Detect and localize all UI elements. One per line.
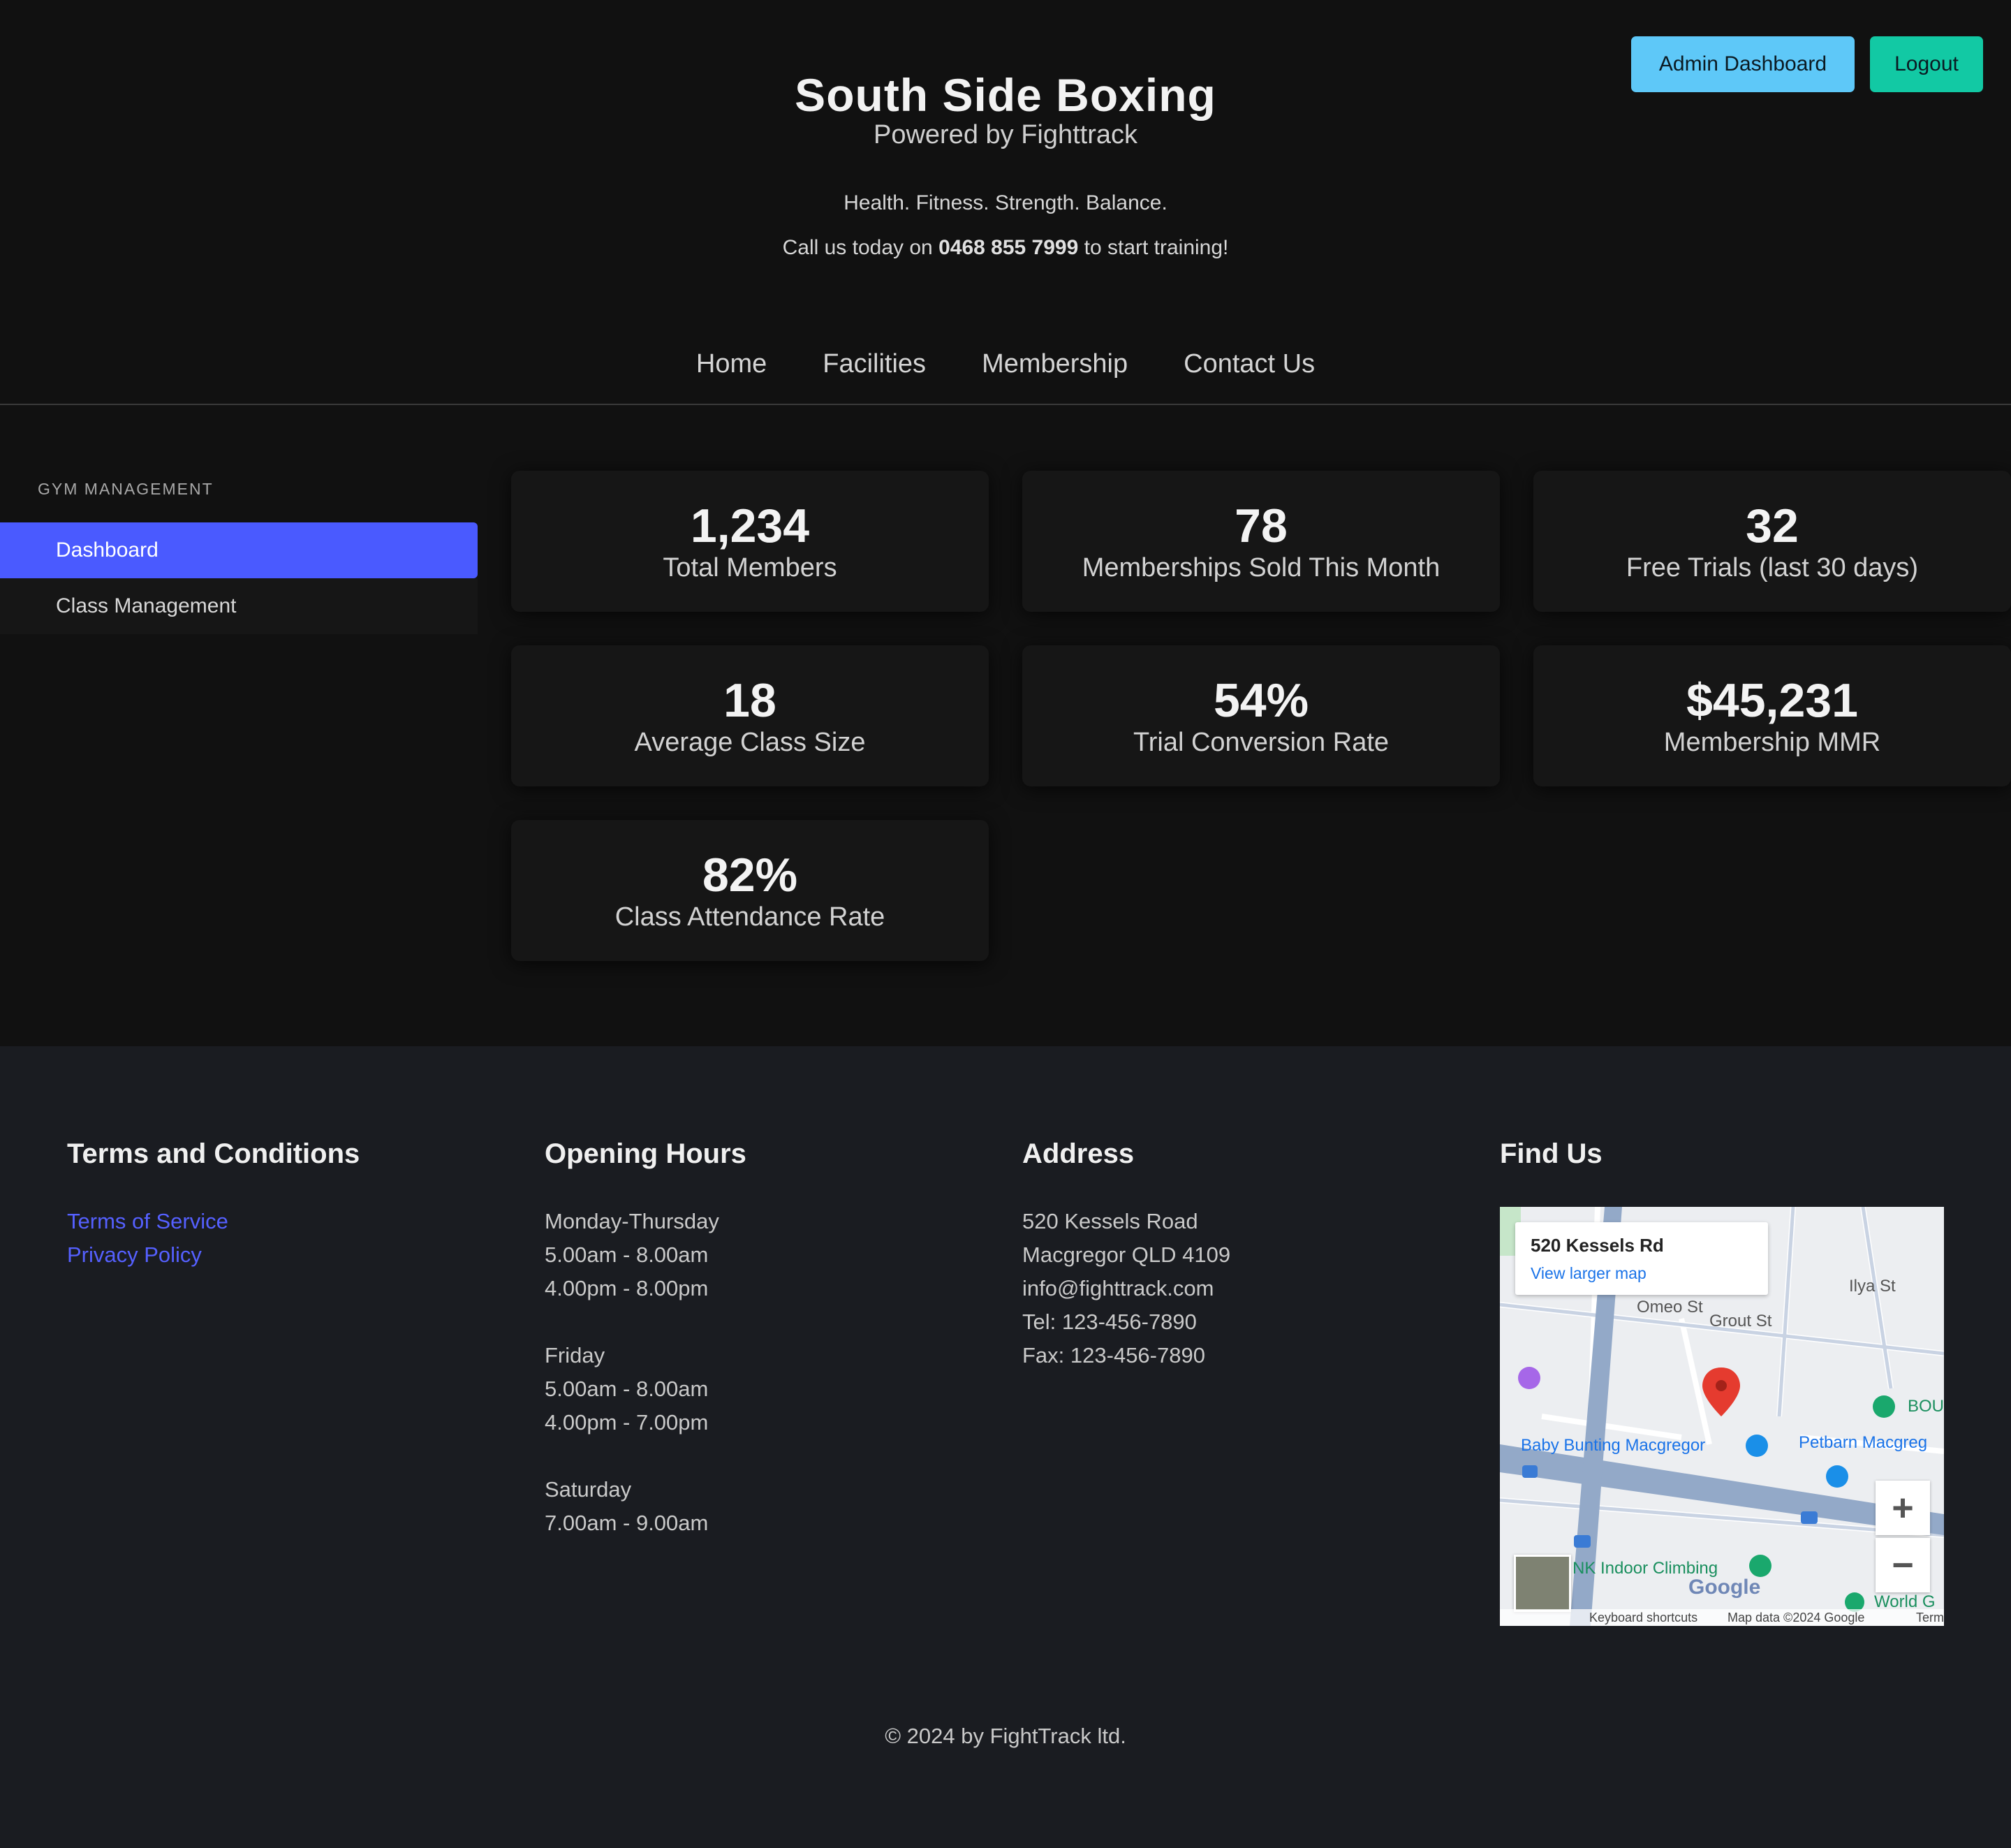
sidebar-heading: GYM MANAGEMENT: [38, 480, 214, 498]
phone-number: 0468 855 7999: [938, 236, 1079, 259]
address-line: 520 Kessels Road: [1022, 1209, 1198, 1233]
map-data-credit: Map data ©2024 Google: [1728, 1611, 1865, 1625]
terms-of-service-link[interactable]: Terms of Service: [67, 1205, 360, 1238]
sidebar: GYM MANAGEMENT Dashboard Class Managemen…: [0, 469, 478, 634]
main-nav: Home Facilities Membership Contact Us: [0, 349, 2011, 379]
map-attribution: Keyboard shortcuts Map data ©2024 Google…: [1500, 1609, 1944, 1626]
hours-time: 5.00am - 8.00am: [545, 1242, 709, 1267]
site-title: South Side Boxing: [795, 69, 1216, 121]
site-tagline: Health. Fitness. Strength. Balance.: [844, 191, 1167, 214]
site-header: Admin Dashboard Logout South Side Boxing…: [0, 0, 2011, 405]
stat-value: $45,231: [1686, 674, 1858, 727]
map-label: Petbarn Macgreg: [1799, 1433, 1928, 1452]
call-suffix: to start training!: [1084, 236, 1229, 259]
stat-label: Memberships Sold This Month: [1082, 553, 1441, 582]
stat-label: Membership MMR: [1663, 728, 1881, 757]
nav-home[interactable]: Home: [696, 349, 767, 379]
stat-value: 18: [723, 674, 776, 727]
nav-membership[interactable]: Membership: [982, 349, 1128, 379]
site-subtitle: Powered by Fighttrack: [873, 120, 1138, 149]
map-zoom-in-button[interactable]: +: [1876, 1481, 1930, 1535]
map-label: Ilya St: [1849, 1277, 1896, 1296]
stat-label: Class Attendance Rate: [614, 902, 885, 932]
stat-card-free-trials: 32 Free Trials (last 30 days): [1533, 471, 2011, 612]
privacy-policy-link[interactable]: Privacy Policy: [67, 1238, 360, 1272]
map-place-name: 520 Kessels Rd: [1531, 1235, 1664, 1256]
hours-time: 4.00pm - 8.00pm: [545, 1276, 709, 1300]
map-label: Baby Bunting Macgregor: [1521, 1436, 1706, 1455]
hours-day: Friday: [545, 1343, 605, 1367]
stat-value: 82%: [702, 849, 798, 902]
stat-value: 54%: [1213, 674, 1309, 727]
stat-label: Average Class Size: [634, 728, 866, 757]
embedded-map[interactable]: Baby Bunting Macgregor Petbarn Macgreg N…: [1500, 1207, 1944, 1626]
keyboard-shortcuts-link[interactable]: Keyboard shortcuts: [1589, 1611, 1697, 1625]
stat-label: Trial Conversion Rate: [1133, 728, 1390, 757]
call-to-action: Call us today on 0468 855 7999 to start …: [0, 236, 2011, 260]
nav-facilities[interactable]: Facilities: [823, 349, 926, 379]
map-info-card: 520 Kessels Rd View larger map: [1515, 1222, 1768, 1295]
sidebar-item-class-management[interactable]: Class Management: [0, 578, 478, 634]
call-prefix: Call us today on: [782, 236, 933, 259]
sidebar-item-dashboard[interactable]: Dashboard: [0, 522, 478, 578]
stat-card-trial-conversion: 54% Trial Conversion Rate: [1022, 645, 1500, 786]
footer-address-column: Address 520 Kessels Road Macgregor QLD 4…: [1022, 1138, 1230, 1372]
stat-value: 78: [1235, 499, 1288, 552]
address-tel: Tel: 123-456-7890: [1022, 1310, 1197, 1334]
hours-time: 4.00pm - 7.00pm: [545, 1410, 709, 1435]
footer-terms-column: Terms and Conditions Terms of Service Pr…: [67, 1138, 360, 1272]
address-line: Macgregor QLD 4109: [1022, 1242, 1231, 1267]
hours-day: Saturday: [545, 1477, 632, 1502]
footer-terms-heading: Terms and Conditions: [67, 1138, 360, 1169]
stat-card-memberships-sold: 78 Memberships Sold This Month: [1022, 471, 1500, 612]
address-email: info@fighttrack.com: [1022, 1276, 1214, 1300]
stat-card-class-attendance: 82% Class Attendance Rate: [511, 820, 989, 961]
footer-find-us-column: Find Us: [1500, 1138, 1603, 1205]
view-larger-map-link[interactable]: View larger map: [1531, 1264, 1647, 1283]
nav-contact-us[interactable]: Contact Us: [1184, 349, 1315, 379]
map-terms-link[interactable]: Terms: [1916, 1611, 1944, 1625]
map-label: Omeo St: [1637, 1298, 1703, 1317]
satellite-toggle-thumbnail[interactable]: [1514, 1555, 1571, 1612]
hours-day: Monday-Thursday: [545, 1209, 719, 1233]
stat-value: 32: [1746, 499, 1799, 552]
footer-address-heading: Address: [1022, 1138, 1135, 1169]
stat-card-average-class-size: 18 Average Class Size: [511, 645, 989, 786]
stat-value: 1,234: [690, 499, 810, 552]
copyright: © 2024 by FightTrack ltd.: [885, 1724, 1126, 1748]
google-logo: Google: [1688, 1576, 1761, 1599]
footer-hours-column: Opening Hours Monday-Thursday 5.00am - 8…: [545, 1138, 746, 1540]
stat-label: Total Members: [663, 553, 837, 582]
hours-time: 5.00am - 8.00am: [545, 1377, 709, 1401]
footer-hours-heading: Opening Hours: [545, 1138, 746, 1169]
address-fax: Fax: 123-456-7890: [1022, 1343, 1205, 1367]
hours-time: 7.00am - 9.00am: [545, 1511, 709, 1535]
map-label: BOU: [1908, 1397, 1944, 1416]
map-label: Grout St: [1709, 1312, 1772, 1330]
stat-label: Free Trials (last 30 days): [1626, 553, 1919, 582]
stat-card-membership-mmr: $45,231 Membership MMR: [1533, 645, 2011, 786]
stat-card-total-members: 1,234 Total Members: [511, 471, 989, 612]
map-zoom-out-button[interactable]: −: [1876, 1538, 1930, 1592]
footer-find-us-heading: Find Us: [1500, 1138, 1603, 1169]
